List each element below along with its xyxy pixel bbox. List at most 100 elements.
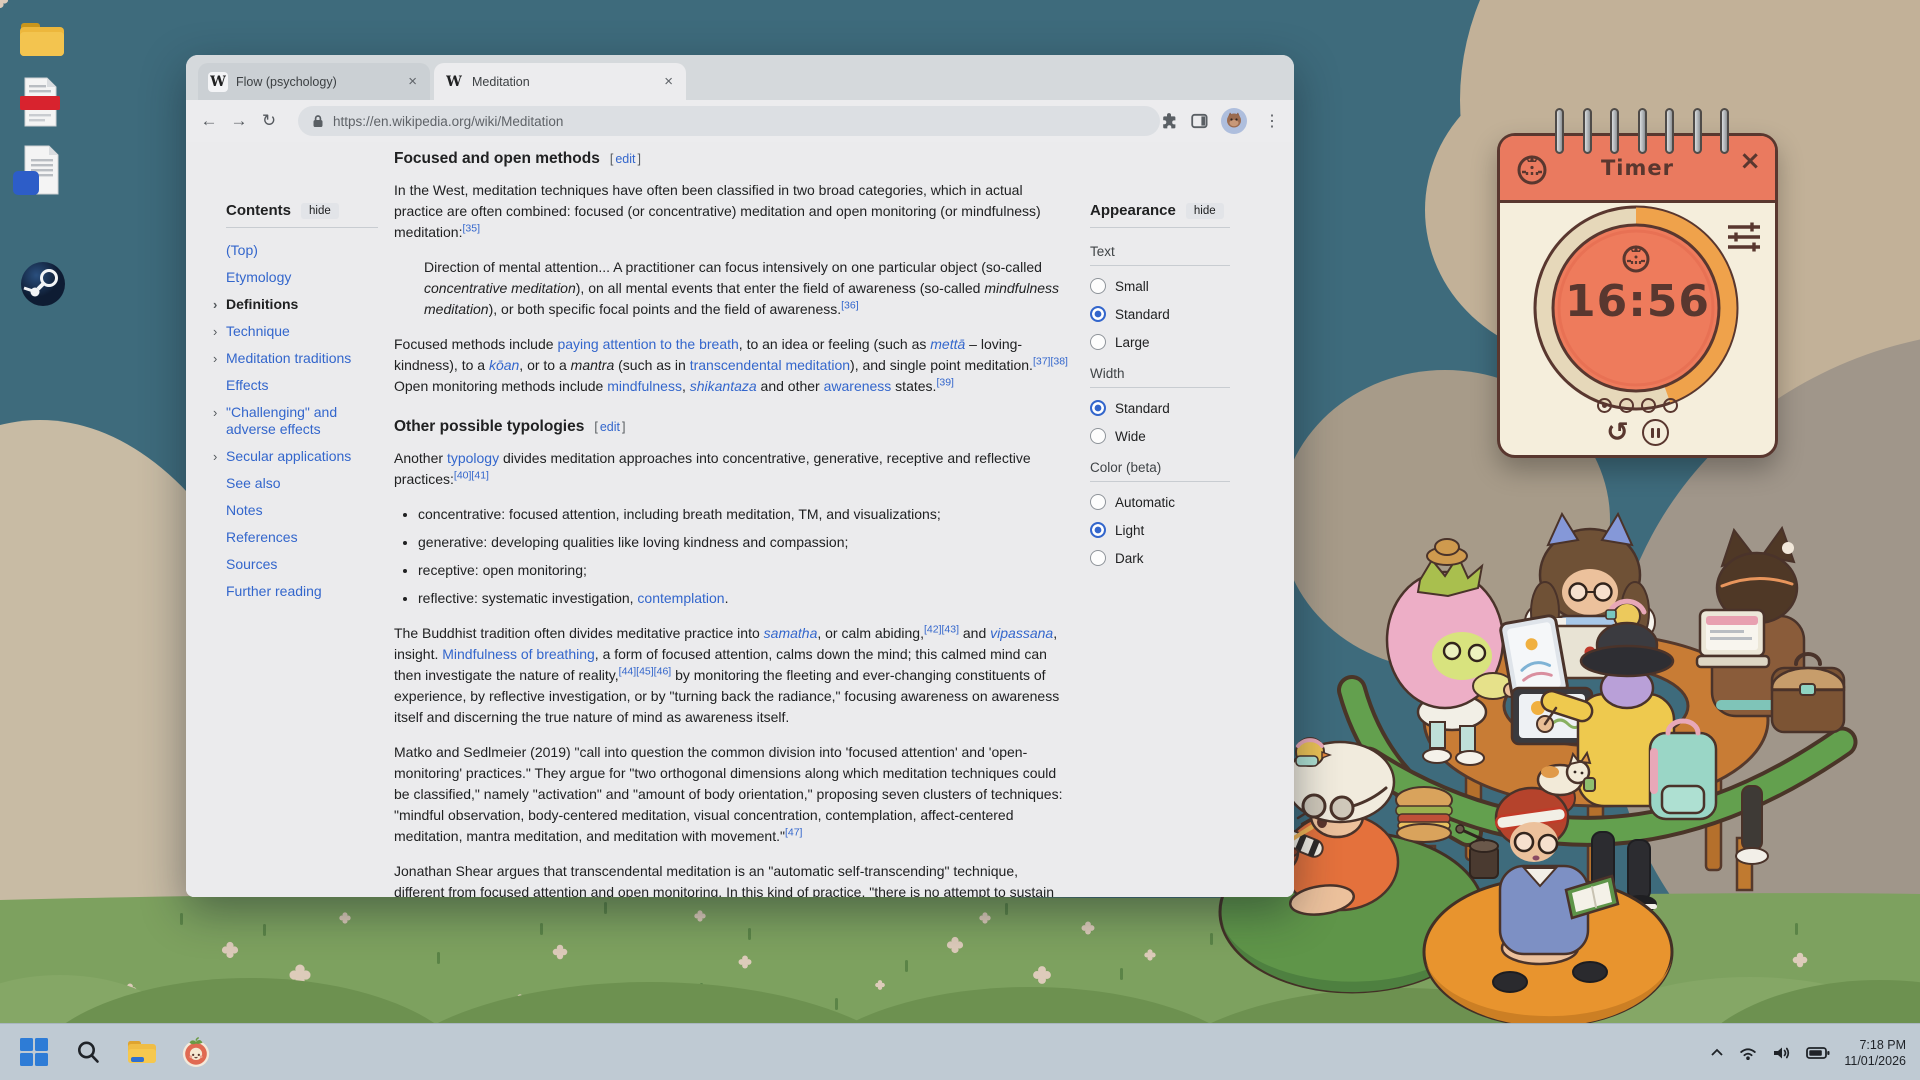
tray-clock[interactable]: 7:18 PM 11/01/2026 — [1844, 1037, 1906, 1069]
toc-item[interactable]: Sources — [226, 556, 378, 573]
toc-item[interactable]: Notes — [226, 502, 378, 519]
article-link[interactable]: mettā — [930, 336, 965, 352]
toc-item[interactable]: ›"Challenging" and adverse effects — [226, 404, 378, 438]
toc-item[interactable]: ›Meditation traditions — [226, 350, 378, 367]
chevron-right-icon[interactable]: › — [213, 350, 217, 367]
toc-item[interactable]: Etymology — [226, 269, 378, 286]
tab-flow-psychology[interactable]: W Flow (psychology) × — [198, 63, 430, 100]
side-panel-icon[interactable] — [1191, 113, 1208, 129]
article-body: Focused and open methods[edit]In the Wes… — [394, 142, 1070, 897]
edit-link[interactable]: edit — [600, 420, 620, 434]
file-explorer-button[interactable] — [126, 1036, 158, 1068]
radio-icon[interactable] — [1090, 334, 1106, 350]
chevron-right-icon[interactable]: › — [213, 296, 217, 313]
text-run: states. — [891, 378, 936, 394]
steam-icon[interactable] — [20, 261, 66, 312]
text-run: concentrative: focused attention, includ… — [418, 506, 941, 522]
text-run: and other — [757, 378, 824, 394]
url-text: https://en.wikipedia.org/wiki/Meditation — [333, 114, 563, 129]
browser-window: W Flow (psychology) × W Meditation × ← →… — [186, 55, 1294, 897]
appearance-option-automatic[interactable]: Automatic — [1090, 494, 1230, 510]
article-link[interactable]: shikantaza — [690, 378, 757, 394]
restart-icon[interactable]: ↺ — [1606, 419, 1629, 446]
reference-link[interactable]: [39] — [936, 376, 954, 388]
radio-selected-icon[interactable] — [1090, 400, 1106, 416]
toc-item[interactable]: References — [226, 529, 378, 546]
tab-close-icon[interactable]: × — [405, 73, 420, 90]
chevron-right-icon[interactable]: › — [213, 448, 217, 465]
appearance-option-small[interactable]: Small — [1090, 278, 1230, 294]
battery-icon[interactable] — [1806, 1046, 1830, 1060]
reference-link[interactable]: [35] — [462, 222, 480, 234]
extensions-puzzle-icon[interactable] — [1161, 112, 1178, 130]
article-link[interactable]: awareness — [824, 378, 892, 394]
toc-item[interactable]: ›Secular applications — [226, 448, 378, 465]
toc-item[interactable]: ›Definitions — [226, 296, 378, 313]
toc-item[interactable]: ›Technique — [226, 323, 378, 340]
forward-button[interactable]: → — [224, 111, 254, 131]
reference-link[interactable]: [40][41] — [454, 469, 489, 481]
appearance-panel: Appearance hide TextSmallStandardLargeWi… — [1090, 202, 1230, 578]
profile-avatar[interactable] — [1221, 108, 1247, 134]
appearance-option-dark[interactable]: Dark — [1090, 550, 1230, 566]
reference-link[interactable]: [44][45][46] — [619, 665, 672, 677]
binder-ring — [1555, 108, 1564, 154]
folder-icon[interactable] — [19, 20, 65, 63]
paragraph: Matko and Sedlmeier (2019) "call into qu… — [394, 742, 1070, 847]
radio-icon[interactable] — [1090, 278, 1106, 294]
pdf-document-icon[interactable] — [17, 77, 63, 132]
text-run: Open monitoring methods include — [394, 378, 607, 394]
word-document-icon[interactable] — [13, 145, 63, 200]
radio-selected-icon[interactable] — [1090, 522, 1106, 538]
edit-link[interactable]: edit — [615, 152, 635, 166]
toc-item[interactable]: Further reading — [226, 583, 378, 600]
radio-icon[interactable] — [1090, 550, 1106, 566]
wifi-icon[interactable] — [1738, 1045, 1758, 1061]
appearance-hide-button[interactable]: hide — [1186, 203, 1224, 219]
windows-start-button[interactable] — [18, 1036, 50, 1068]
article-link[interactable]: samatha — [764, 625, 818, 641]
radio-icon[interactable] — [1090, 428, 1106, 444]
search-button[interactable] — [72, 1036, 104, 1068]
appearance-option-large[interactable]: Large — [1090, 334, 1230, 350]
appearance-option-light[interactable]: Light — [1090, 522, 1230, 538]
toc-item[interactable]: (Top) — [226, 242, 378, 259]
close-icon[interactable]: × — [1739, 146, 1761, 176]
chevron-right-icon[interactable]: › — [213, 404, 217, 421]
appearance-option-standard[interactable]: Standard — [1090, 400, 1230, 416]
appearance-option-wide[interactable]: Wide — [1090, 428, 1230, 444]
reference-link[interactable]: [47] — [785, 826, 803, 838]
article-link[interactable]: typology — [447, 450, 499, 466]
tray-chevron-icon[interactable] — [1710, 1048, 1724, 1057]
kebab-menu-icon[interactable]: ⋮ — [1260, 111, 1284, 131]
volume-icon[interactable] — [1772, 1045, 1792, 1061]
radio-selected-icon[interactable] — [1090, 306, 1106, 322]
tomato-timer-app-button[interactable] — [180, 1036, 212, 1068]
article-link[interactable]: kōan — [489, 357, 519, 373]
reference-link[interactable]: [36] — [841, 299, 859, 311]
reference-link[interactable]: [37][38] — [1033, 355, 1068, 367]
reload-button[interactable]: ↻ — [254, 111, 284, 131]
toc-item[interactable]: See also — [226, 475, 378, 492]
article-link[interactable]: vipassana — [990, 625, 1053, 641]
article-link[interactable]: paying attention to the breath — [557, 336, 738, 352]
tab-close-icon[interactable]: × — [661, 73, 676, 90]
address-bar[interactable]: https://en.wikipedia.org/wiki/Meditation — [298, 106, 1160, 136]
contents-hide-button[interactable]: hide — [301, 203, 339, 219]
article-link[interactable]: mindfulness — [607, 378, 682, 394]
option-label: Dark — [1115, 551, 1144, 566]
pause-icon[interactable] — [1642, 419, 1669, 446]
back-button[interactable]: ← — [194, 111, 224, 131]
article-link[interactable]: contemplation — [637, 590, 724, 606]
text-run: ), and single point meditation. — [850, 357, 1033, 373]
radio-icon[interactable] — [1090, 494, 1106, 510]
tab-meditation[interactable]: W Meditation × — [434, 63, 686, 100]
paragraph: Another typology divides meditation appr… — [394, 448, 1070, 490]
toc-item[interactable]: Effects — [226, 377, 378, 394]
chevron-right-icon[interactable]: › — [213, 323, 217, 340]
article-link[interactable]: Mindfulness of breathing — [442, 646, 595, 662]
timer-widget: Timer × 16:56 ↺ — [1497, 133, 1778, 458]
reference-link[interactable]: [42][43] — [924, 623, 959, 635]
article-link[interactable]: transcendental meditation — [690, 357, 850, 373]
appearance-option-standard[interactable]: Standard — [1090, 306, 1230, 322]
